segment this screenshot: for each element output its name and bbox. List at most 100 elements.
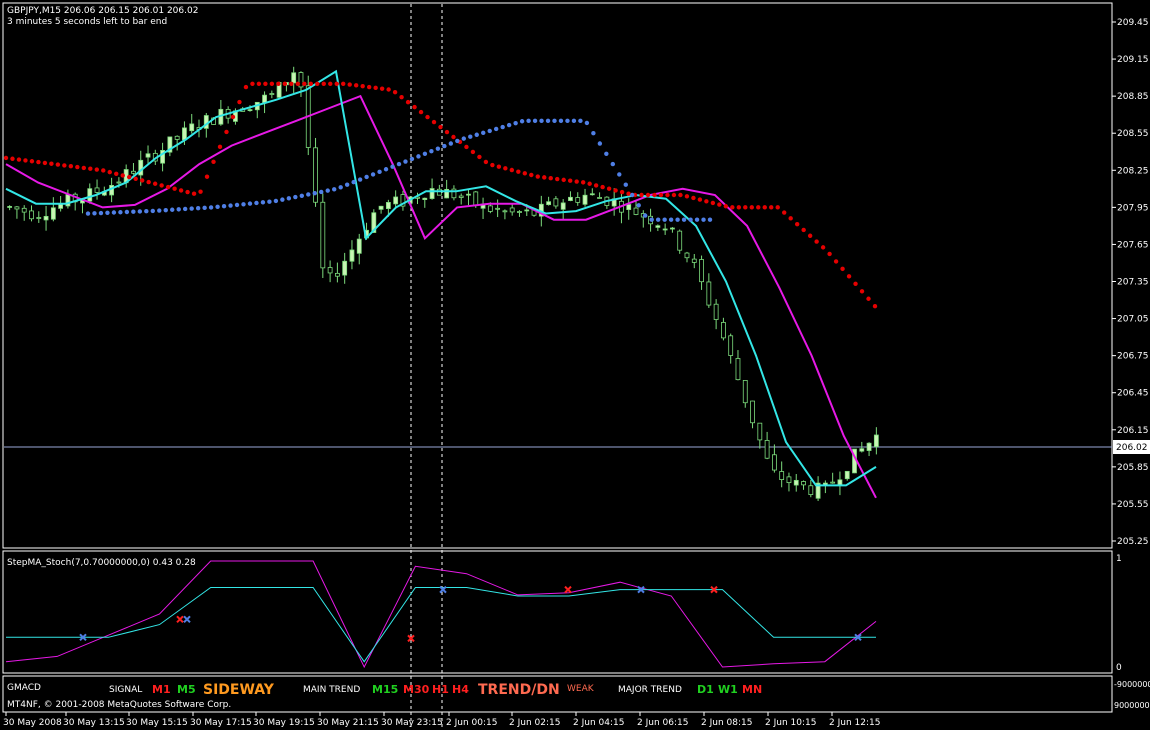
candle-bear (131, 170, 136, 174)
sar-lower-dot (85, 211, 91, 216)
sar-upper-dot (373, 85, 378, 91)
candle-bear (487, 205, 493, 212)
sar-upper-dot (217, 144, 223, 150)
time-tick-label: 30 May 19:15 (253, 718, 315, 728)
sar-upper-dot (198, 189, 203, 194)
candle-bear (269, 93, 275, 95)
sar-lower-dot (455, 138, 460, 144)
candle-bull (662, 228, 668, 231)
sar-lower-dot (351, 179, 356, 185)
sar-upper-dot (756, 205, 761, 210)
candle-bull (182, 127, 187, 141)
sar-upper-dot (146, 179, 151, 185)
sar-lower-dot (247, 201, 253, 206)
sar-upper-dot (237, 99, 242, 105)
candle-bear (771, 454, 777, 471)
price-axis: 209.45 209.15 208.85 208.55 208.25 207.95 207.… (1112, 18, 1149, 547)
sar-upper-dot (613, 188, 618, 193)
sar-upper-dot (574, 179, 579, 184)
sar-lower-dot (286, 196, 292, 201)
candle-bull (349, 249, 355, 262)
candle-bull (560, 202, 566, 210)
sar-upper-dot (833, 259, 839, 264)
sell-cross-marker (564, 585, 572, 594)
candle-bear (116, 181, 122, 184)
sar-upper-dot (782, 210, 787, 215)
candle-bear (509, 207, 515, 213)
major-d1: D1 (697, 683, 714, 696)
sar-lower-dot (111, 210, 117, 215)
fast-ma-line (5, 69, 877, 487)
sar-upper-dot (334, 81, 339, 86)
sar-upper-dot (827, 251, 832, 257)
sar-upper-dot (535, 174, 540, 179)
candle-bull (50, 207, 56, 220)
signal-label: SIGNAL (109, 685, 142, 695)
candlestick-series (7, 66, 879, 502)
candle-bull (43, 215, 49, 221)
gmacd-title: GMACD (7, 683, 41, 693)
stepma-line (6, 587, 876, 663)
candle-bear (327, 267, 333, 274)
sar-upper-dot (10, 156, 15, 161)
sar-upper-dot (639, 192, 644, 198)
gmacd-panel: GMACD MT4NF, © 2001-2008 MetaQuotes Soft… (2, 675, 1150, 713)
candle-bear (721, 322, 726, 339)
sar-lower-dot (228, 203, 233, 208)
sar-upper-dot (341, 81, 346, 86)
main-panel-frame (2, 2, 1113, 549)
candle-bull (626, 204, 632, 211)
time-tick-label: 30 May 23:15 (381, 718, 443, 728)
sar-upper-dot (600, 184, 605, 190)
sar-lower-dot (267, 199, 272, 204)
sar-lower-dot (474, 132, 479, 137)
sell-cross-marker (176, 615, 184, 624)
candle-bull (385, 202, 391, 210)
sar-lower-dot (409, 156, 415, 162)
sar-upper-dot (509, 167, 515, 173)
price-tick-label: 207.65 (1117, 240, 1149, 250)
candle-bear (94, 187, 100, 193)
candle-bull (859, 448, 865, 452)
sar-upper-dot (120, 173, 125, 178)
candle-bull (568, 196, 573, 201)
sar-lower-dot (468, 134, 473, 139)
gmacd-copyright: MT4NF, © 2001-2008 MetaQuotes Software C… (7, 700, 231, 710)
sar-upper-dot (704, 199, 709, 204)
sar-upper-dot (29, 159, 35, 164)
sar-upper-dot (263, 81, 268, 86)
sar-upper-dot (399, 94, 404, 100)
candle-bear (553, 198, 559, 207)
sar-upper-dot (859, 289, 865, 294)
sar-lower-dot (299, 193, 305, 198)
sar-upper-dot (360, 83, 365, 89)
candle-bull (378, 205, 384, 210)
sar-upper-dot (853, 281, 858, 287)
sar-upper-dot (366, 84, 372, 90)
sar-lower-dot (435, 146, 441, 151)
sar-upper-dot (101, 168, 106, 173)
candle-bear (36, 217, 42, 219)
price-tick-label: 206.45 (1117, 389, 1149, 399)
sar-lower-dot (390, 164, 395, 169)
sar-upper-dot (133, 176, 138, 181)
candle-bear (706, 281, 712, 306)
trading-chart[interactable]: 209.45 209.15 208.85 208.55 208.25 207.95 207.… (0, 0, 1150, 730)
candle-bull (844, 470, 850, 480)
sar-upper-dot (36, 159, 41, 165)
sar-lower-dot (396, 161, 402, 167)
sar-upper-dot (555, 176, 560, 182)
sar-lower-dot (584, 120, 590, 126)
sar-upper-dot (717, 202, 722, 207)
sar-upper-dot (114, 171, 119, 176)
sar-upper-dot (658, 192, 664, 198)
sar-lower-dot (500, 124, 505, 130)
sar-lower-dot (364, 174, 369, 180)
main-h4: H4 (452, 683, 469, 696)
sar-upper-dot (224, 129, 229, 135)
sar-lower-dot (215, 204, 220, 210)
major-w1: W1 (718, 683, 738, 696)
candle-bear (29, 210, 34, 220)
sar-lower-dot (118, 210, 123, 215)
sar-lower-dot (170, 207, 175, 212)
